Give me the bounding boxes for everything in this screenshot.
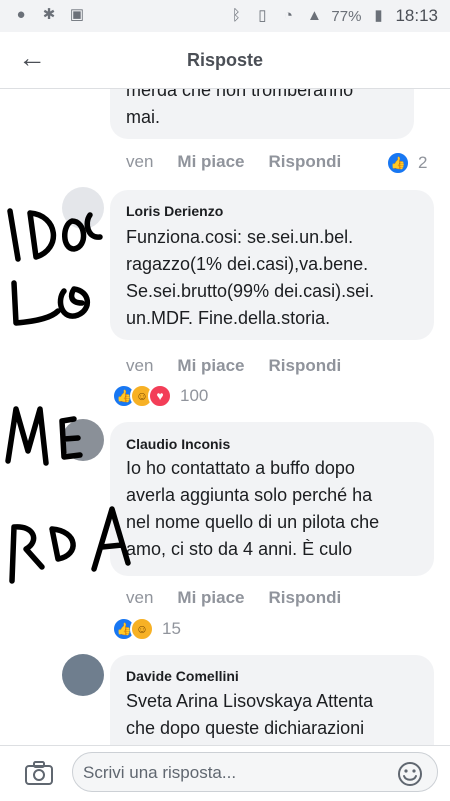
battery-icon: ▮ — [374, 7, 383, 24]
spotify-icon: ● — [16, 6, 26, 23]
reply-input[interactable]: Scrivi una risposta... — [72, 752, 438, 792]
app-bar: ← Risposte — [0, 32, 450, 89]
reaction-summary[interactable]: 👍 ☺ 15 — [112, 617, 181, 641]
signal-icon: ▲ — [306, 7, 322, 24]
image-icon: ▣ — [69, 6, 85, 23]
page-title: Risposte — [186, 50, 264, 70]
comment-author[interactable]: Davide Comellini — [126, 668, 239, 684]
reply-composer: Scrivi una risposta... — [0, 745, 450, 801]
camera-icon[interactable] — [24, 760, 54, 786]
reaction-count: 100 — [180, 386, 209, 405]
reply-placeholder: Scrivi una risposta... — [83, 763, 237, 782]
reaction-count: 2 — [418, 153, 428, 172]
bug-icon: ✱ — [42, 6, 56, 23]
like-button[interactable]: Mi piace — [177, 588, 244, 608]
comment-time: ven — [126, 152, 154, 171]
love-reaction-icon: ♥ — [148, 384, 172, 408]
battery-text: 77% — [331, 7, 362, 25]
emoji-icon[interactable] — [397, 761, 423, 787]
reply-button[interactable]: Rispondi — [269, 152, 342, 172]
like-button[interactable]: Mi piace — [177, 152, 244, 172]
vibrate-icon: ▯ — [258, 7, 267, 24]
comment-text: merda che non tromberanno mai. — [126, 89, 354, 127]
comment-actions: ven Mi piace Rispondi — [126, 152, 341, 172]
bluetooth-icon: ᛒ — [231, 7, 241, 24]
avatar[interactable] — [62, 654, 104, 696]
comment-text: Io ho contattato a buffo dopo averla agg… — [126, 458, 380, 559]
comment-actions: ven Mi piace Rispondi — [126, 588, 341, 608]
like-reaction-icon: 👍 — [386, 151, 410, 175]
comment-author[interactable]: Claudio Inconis — [126, 436, 230, 452]
comment-actions: ven Mi piace Rispondi — [126, 356, 341, 376]
comment-time: ven — [126, 356, 154, 375]
clock: 18:13 — [395, 6, 438, 25]
comment-text: Sveta Arina Lisovskaya Attenta che dopo … — [126, 691, 374, 738]
reply-button[interactable]: Rispondi — [269, 356, 342, 376]
handwritten-scribble — [5, 208, 131, 584]
reaction-summary[interactable]: 👍 ☺ ♥ 100 — [112, 384, 208, 408]
avatar[interactable] — [62, 187, 104, 229]
comment-time: ven — [126, 588, 154, 607]
haha-reaction-icon: ☺ — [130, 617, 154, 641]
reaction-count: 15 — [162, 619, 181, 638]
comment-text: Funziona.cosi: se.sei.un.bel. ragazzo(1%… — [126, 227, 375, 328]
reaction-summary[interactable]: 👍 2 — [386, 151, 427, 175]
comment-author[interactable]: Loris Derienzo — [126, 203, 223, 219]
like-button[interactable]: Mi piace — [177, 356, 244, 376]
wifi-icon: ◔ — [283, 7, 293, 24]
avatar[interactable] — [62, 419, 104, 461]
comments-list[interactable]: merda che non tromberanno mai. ven Mi pi… — [0, 89, 450, 745]
status-bar: ● ✱ ▣ ᛒ ▯ ◔ ▲ 77% ▮ 18:13 — [0, 0, 450, 32]
reply-button[interactable]: Rispondi — [269, 588, 342, 608]
